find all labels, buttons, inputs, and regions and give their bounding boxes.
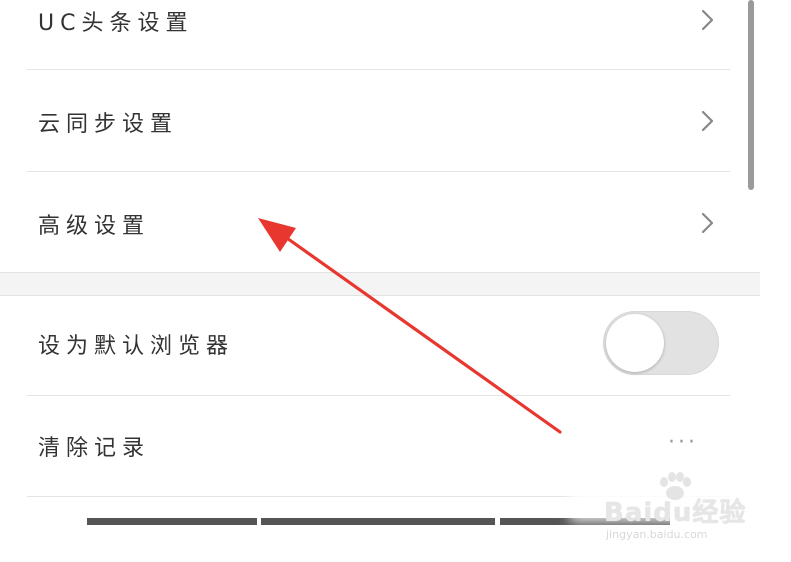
settings-screen: UC头条设置 云同步设置 高级设置 设为默认浏览器 清除记录 ··· Baidu… bbox=[0, 0, 791, 562]
scrollbar[interactable] bbox=[748, 0, 754, 190]
chevron-right-icon bbox=[701, 212, 714, 234]
cloud-sync-settings-row[interactable]: 云同步设置 bbox=[0, 70, 760, 171]
uc-headline-settings-row[interactable]: UC头条设置 bbox=[0, 0, 760, 70]
clear-records-label: 清除记录 bbox=[38, 436, 151, 461]
bottom-bar-segment bbox=[261, 518, 495, 525]
default-browser-toggle[interactable] bbox=[603, 311, 719, 375]
bottom-bar-segment bbox=[87, 518, 257, 525]
clear-records-row[interactable]: 清除记录 bbox=[0, 396, 760, 496]
watermark-url: jingyan.baidu.com bbox=[606, 528, 708, 541]
set-default-browser-label: 设为默认浏览器 bbox=[38, 334, 235, 359]
row-divider bbox=[27, 496, 730, 497]
advanced-settings-row[interactable]: 高级设置 bbox=[0, 172, 760, 272]
chevron-right-icon bbox=[701, 110, 714, 132]
toggle-knob bbox=[606, 314, 664, 372]
advanced-settings-label: 高级设置 bbox=[38, 214, 151, 239]
bottom-bar-segment bbox=[500, 518, 670, 525]
section-separator bbox=[0, 272, 760, 296]
chevron-right-icon bbox=[701, 9, 714, 31]
uc-headline-settings-label: UC头条设置 bbox=[38, 11, 194, 36]
more-dots-icon: ··· bbox=[668, 430, 698, 455]
cloud-sync-settings-label: 云同步设置 bbox=[38, 112, 179, 137]
